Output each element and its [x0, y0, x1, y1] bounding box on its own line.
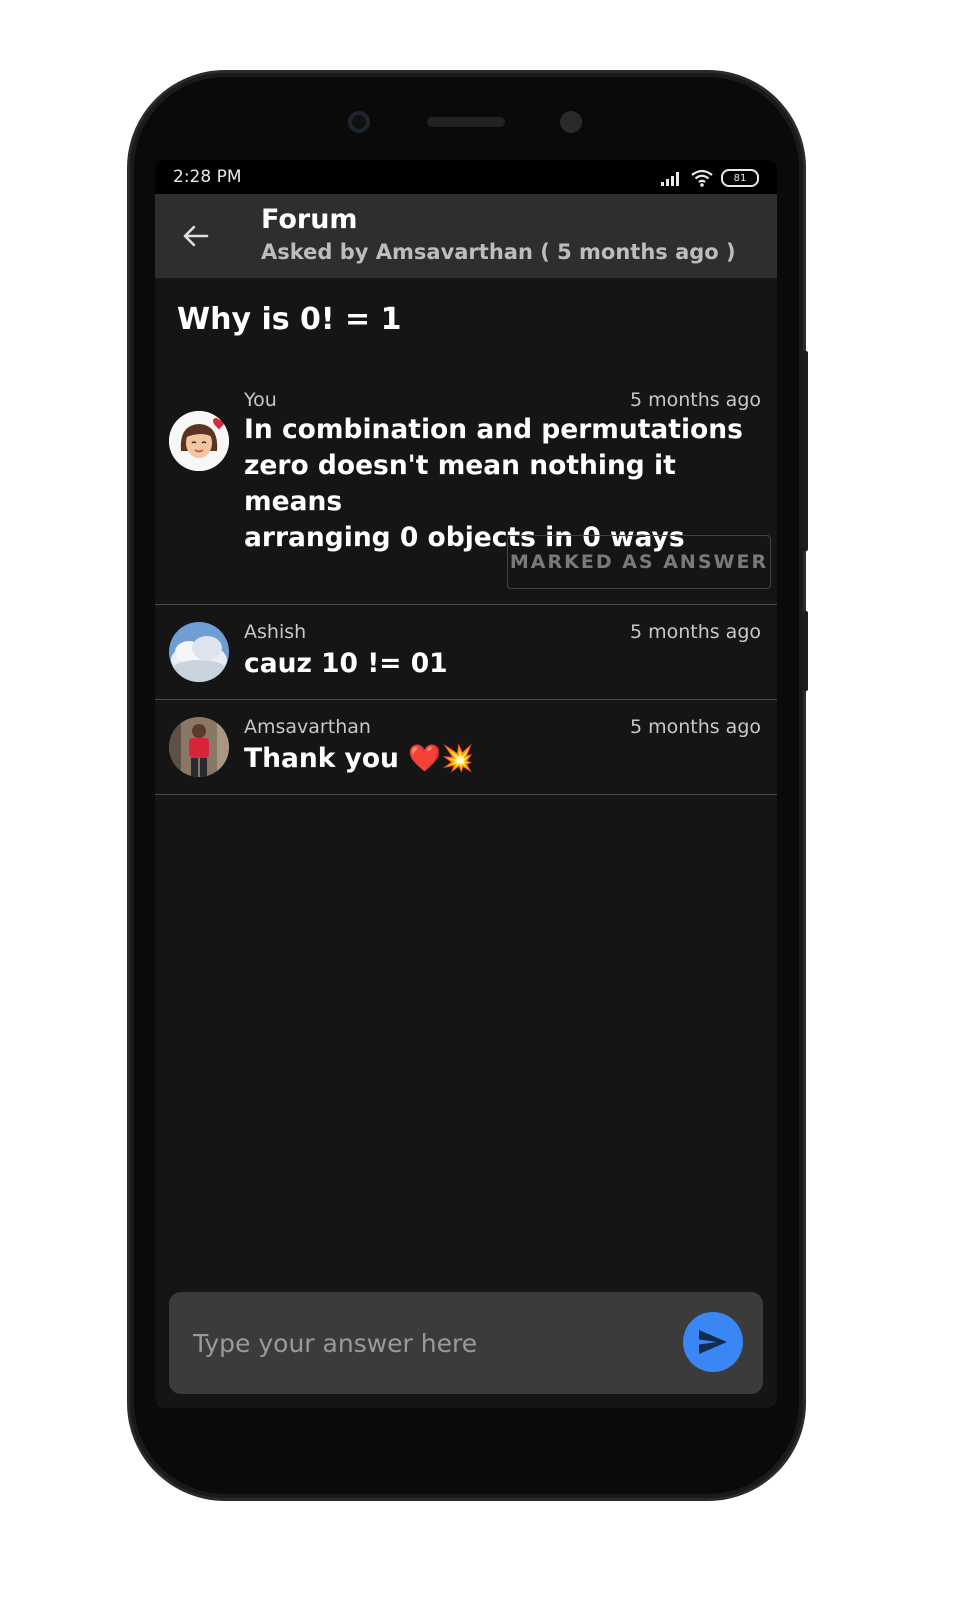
send-icon: [699, 1330, 727, 1354]
app-bar: Forum Asked by Amsavarthan ( 5 months ag…: [155, 194, 777, 278]
battery-level: 81: [733, 172, 747, 184]
answer-author: Ashish: [244, 621, 307, 643]
phone-frame: 2:28 PM 81 Forum Asked by Amsavarthan (…: [130, 73, 808, 1498]
app-bar-title: Forum: [261, 204, 358, 235]
question-title: Why is 0! = 1: [177, 302, 402, 337]
signal-icon: [661, 172, 679, 186]
earpiece-speaker: [427, 117, 505, 127]
person-photo-avatar-icon: [169, 717, 229, 777]
avatar: [169, 717, 229, 777]
answer-time: 5 months ago: [629, 716, 761, 738]
answer-item[interactable]: Ashish 5 months ago cauz 10 != 01: [155, 604, 777, 700]
clouds-avatar-icon: [169, 622, 229, 682]
answer-text: cauz 10 != 01: [244, 648, 448, 679]
answer-text: Thank you ❤️💥: [244, 743, 475, 774]
answer-author: Amsavarthan: [244, 716, 371, 738]
arrow-left-icon: [183, 225, 209, 247]
avatar: [169, 411, 229, 471]
answer-time: 5 months ago: [629, 389, 761, 411]
answer-composer: [169, 1292, 763, 1394]
marked-as-answer-button[interactable]: MARKED AS ANSWER: [507, 535, 771, 589]
avatar: [169, 622, 229, 682]
power-button: [803, 611, 808, 691]
answer-item[interactable]: Amsavarthan 5 months ago Thank you ❤️💥: [155, 699, 777, 795]
answer-author: You: [244, 389, 277, 411]
answer-text-line: In combination and permutations: [244, 414, 743, 445]
proximity-sensor: [560, 111, 582, 133]
back-button[interactable]: [179, 222, 211, 250]
status-time: 2:28 PM: [173, 167, 242, 187]
send-button[interactable]: [683, 1312, 743, 1372]
answer-time: 5 months ago: [629, 621, 761, 643]
wifi-icon: [691, 169, 713, 187]
status-bar: 2:28 PM 81: [155, 160, 777, 194]
status-icons: 81: [661, 168, 759, 188]
answer-text-line: zero doesn't mean nothing it means: [244, 450, 676, 517]
volume-button: [803, 351, 808, 551]
front-camera: [348, 111, 370, 133]
battery-icon: 81: [721, 169, 759, 187]
bitmoji-avatar-icon: [169, 411, 229, 471]
answer-item[interactable]: You 5 months ago In combination and perm…: [155, 368, 777, 605]
app-bar-subtitle: Asked by Amsavarthan ( 5 months ago ): [261, 240, 736, 264]
app-screen: 2:28 PM 81 Forum Asked by Amsavarthan (…: [155, 160, 777, 1408]
answer-input[interactable]: [191, 1322, 655, 1364]
